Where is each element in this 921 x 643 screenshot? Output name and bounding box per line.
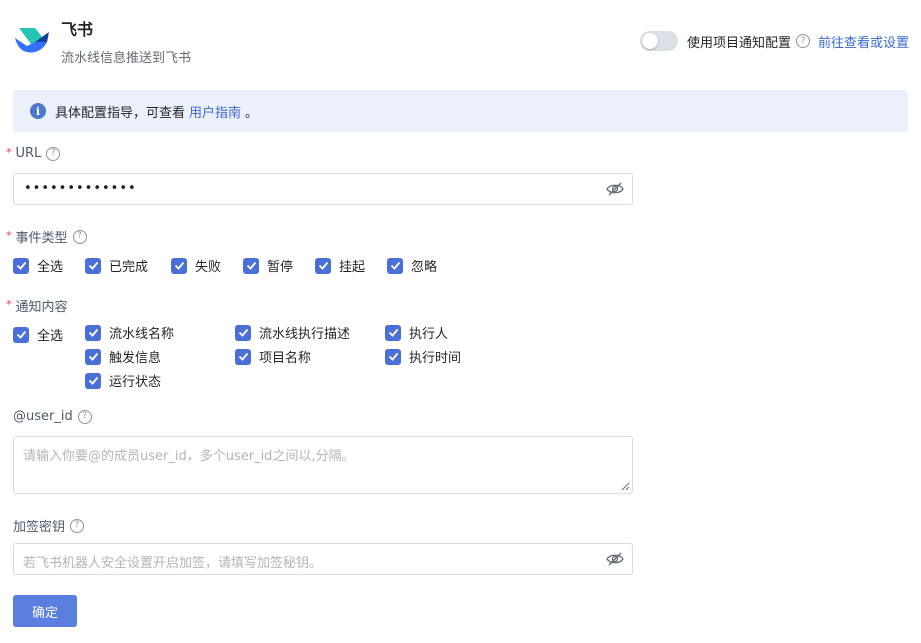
event-checkbox-ignored[interactable]: 忽略: [387, 256, 437, 275]
settings-link[interactable]: 前往查看或设置: [818, 32, 909, 51]
user-id-label-text: @user_id: [13, 409, 73, 424]
checkbox-label: 挂起: [339, 260, 366, 275]
checkbox-checked-icon: [315, 257, 331, 274]
notify-checkbox-run-status[interactable]: 运行状态: [85, 371, 161, 390]
info-text: 具体配置指导，可查看: [55, 105, 186, 121]
secret-placeholder: 若飞书机器人安全设置开启加签，请填写加签秘钥。: [23, 556, 323, 571]
help-icon[interactable]: ?: [72, 229, 87, 244]
user-id-textarea[interactable]: 请输入你要@的成员user_id，多个user_id之间以,分隔。: [13, 436, 633, 494]
checkbox-checked-icon: [235, 348, 251, 365]
event-type-label: * 事件类型 ?: [6, 227, 87, 246]
checkbox-label: 全选: [37, 329, 64, 344]
switch-knob: [641, 33, 658, 49]
checkbox-label: 项目名称: [259, 351, 312, 366]
checkbox-checked-icon: [85, 324, 101, 341]
help-icon[interactable]: ?: [795, 34, 810, 48]
event-checkbox-completed[interactable]: 已完成: [85, 256, 148, 275]
secret-label: 加签密钥 ?: [13, 516, 85, 535]
resize-handle-icon[interactable]: [621, 482, 630, 491]
checkbox-label: 执行人: [409, 327, 449, 342]
url-label-text: URL: [15, 146, 42, 161]
checkbox-label: 流水线执行描述: [259, 327, 351, 342]
info-text-end: 。: [245, 105, 259, 121]
user-id-placeholder: 请输入你要@的成员user_id，多个user_id之间以,分隔。: [23, 449, 355, 464]
event-checkbox-all[interactable]: 全选: [13, 256, 63, 275]
user-id-label: @user_id ?: [13, 409, 92, 424]
app-title: 飞书: [61, 20, 94, 39]
required-mark: *: [6, 298, 12, 311]
eye-off-icon[interactable]: [606, 551, 624, 567]
checkbox-checked-icon: [171, 257, 187, 274]
event-checkbox-suspended[interactable]: 挂起: [315, 256, 365, 275]
eye-off-icon[interactable]: [606, 181, 624, 197]
notify-checkbox-all[interactable]: 全选: [13, 325, 63, 344]
checkbox-checked-icon: [385, 324, 401, 341]
checkbox-checked-icon: [13, 257, 29, 274]
info-icon: i: [30, 103, 46, 119]
checkbox-checked-icon: [13, 326, 29, 343]
checkbox-label: 执行时间: [409, 351, 462, 366]
help-icon[interactable]: ?: [77, 409, 92, 424]
notify-content-label-text: 通知内容: [15, 300, 68, 315]
checkbox-checked-icon: [85, 348, 101, 365]
checkbox-checked-icon: [85, 372, 101, 389]
url-input[interactable]: •••••••••••••: [13, 173, 633, 205]
checkbox-checked-icon: [235, 324, 251, 341]
url-label: * URL ?: [6, 146, 61, 161]
checkbox-label: 已完成: [109, 260, 149, 275]
project-notify-switch[interactable]: [639, 31, 678, 51]
secret-input[interactable]: 若飞书机器人安全设置开启加签，请填写加签秘钥。: [13, 543, 633, 575]
checkbox-label: 忽略: [411, 260, 438, 275]
required-mark: *: [6, 146, 12, 159]
checkbox-label: 失败: [195, 260, 222, 275]
confirm-button[interactable]: 确定: [13, 595, 77, 627]
secret-label-text: 加签密钥: [13, 520, 66, 535]
notify-checkbox-executor[interactable]: 执行人: [385, 323, 448, 342]
notify-content-label: * 通知内容: [6, 296, 68, 315]
notify-checkbox-project-name[interactable]: 项目名称: [235, 347, 311, 366]
checkbox-label: 全选: [37, 260, 64, 275]
notify-checkbox-pipeline-name[interactable]: 流水线名称: [85, 323, 174, 342]
checkbox-checked-icon: [85, 257, 101, 274]
event-checkbox-paused[interactable]: 暂停: [243, 256, 293, 275]
app-header: 飞书 流水线信息推送到飞书 使用项目通知配置 ? 前往查看或设置: [13, 14, 909, 70]
help-icon[interactable]: ?: [70, 518, 85, 533]
notify-checkbox-pipeline-desc[interactable]: 流水线执行描述: [235, 323, 350, 342]
user-guide-link[interactable]: 用户指南: [189, 102, 241, 121]
toggle-label: 使用项目通知配置: [686, 35, 791, 51]
required-mark: *: [6, 229, 12, 242]
checkbox-checked-icon: [243, 257, 259, 274]
app-subtitle: 流水线信息推送到飞书: [61, 51, 192, 66]
feishu-logo-icon: [15, 28, 49, 53]
checkbox-checked-icon: [387, 257, 403, 274]
info-banner: i 具体配置指导，可查看 用户指南 。: [13, 90, 908, 132]
project-notify-toggle-area: 使用项目通知配置 ? 前往查看或设置: [639, 30, 909, 52]
event-type-label-text: 事件类型: [15, 231, 68, 246]
notify-checkbox-trigger-info[interactable]: 触发信息: [85, 347, 161, 366]
checkbox-label: 暂停: [267, 260, 294, 275]
checkbox-checked-icon: [385, 348, 401, 365]
checkbox-label: 流水线名称: [109, 327, 175, 342]
checkbox-label: 触发信息: [109, 351, 162, 366]
event-checkbox-failed[interactable]: 失败: [171, 256, 221, 275]
notify-checkbox-exec-time[interactable]: 执行时间: [385, 347, 461, 366]
checkbox-label: 运行状态: [109, 375, 162, 390]
help-icon[interactable]: ?: [46, 146, 61, 161]
url-value: •••••••••••••: [24, 181, 137, 196]
